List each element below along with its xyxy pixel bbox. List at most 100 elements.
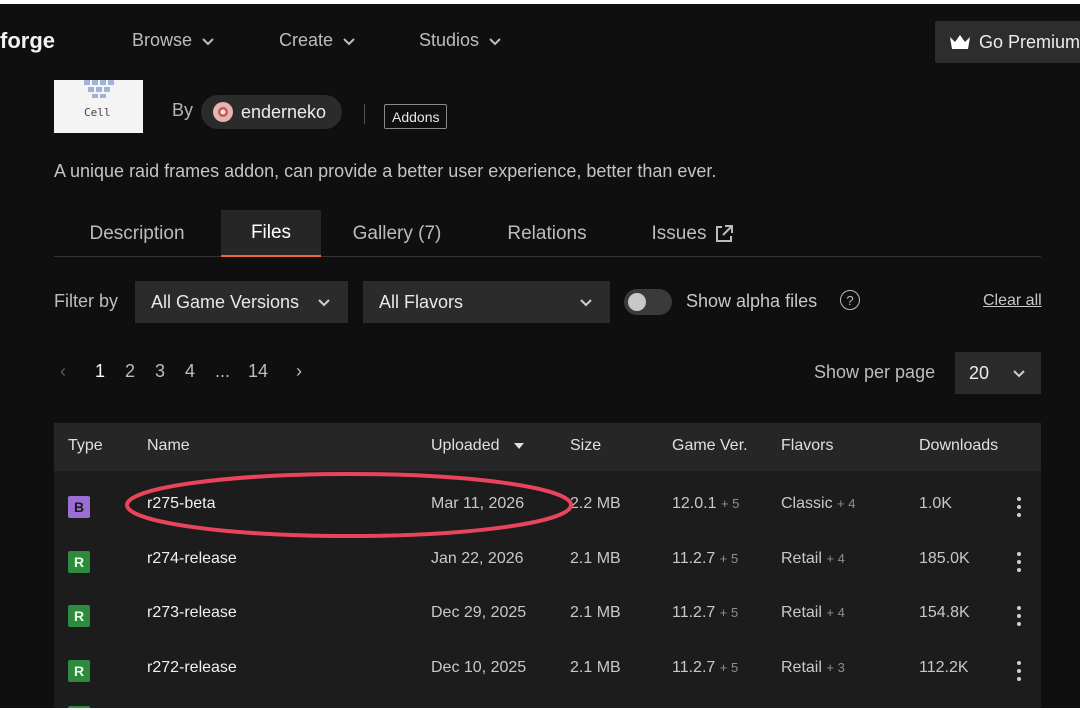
chevron-down-icon (1013, 370, 1025, 378)
nav-studios-label: Studios (419, 30, 480, 50)
beta-badge: B (68, 496, 90, 518)
file-size: 2.1 MB (570, 604, 621, 621)
release-badge: R (68, 660, 90, 682)
tab-description[interactable]: Description (54, 210, 220, 257)
file-downloads: 1.0K (919, 495, 952, 512)
file-uploaded: Mar 11, 2026 (431, 495, 525, 512)
file-game-ver: 12.0.1 + 5 (672, 495, 739, 513)
per-page-label: Show per page (814, 362, 936, 382)
header-name[interactable]: Name (147, 437, 190, 455)
file-flavors: Classic + 4 (781, 495, 855, 513)
header-flavors[interactable]: Flavors (781, 437, 833, 455)
file-flavors: Retail + 4 (781, 604, 845, 622)
file-size: 2.1 MB (570, 550, 621, 567)
file-uploaded: Jan 22, 2026 (431, 550, 524, 567)
release-badge: R (68, 605, 90, 627)
file-name[interactable]: r273-release (147, 604, 237, 622)
nav-browse[interactable]: Browse (132, 30, 216, 51)
file-game-ver: 11.2.7 + 5 (672, 550, 738, 568)
clear-all-link[interactable]: Clear all (983, 292, 1042, 310)
project-thumbnail[interactable]: Cell (54, 80, 143, 133)
game-ver-value: 11.2.7 (672, 550, 716, 567)
flavor-value: All Flavors (379, 291, 464, 312)
file-flavors: Retail + 3 (781, 659, 845, 677)
divider (364, 104, 365, 124)
top-nav: forge Browse Create Studios Go Premium (0, 4, 1080, 80)
tab-files-label: Files (250, 221, 292, 243)
file-flavors: Retail + 4 (781, 550, 845, 568)
file-name[interactable]: r275-beta (147, 495, 216, 513)
tab-gallery-label: Gallery (7) (352, 222, 442, 244)
header-game-ver[interactable]: Game Ver. (672, 437, 748, 455)
game-ver-more: + 5 (719, 605, 739, 620)
header-downloads[interactable]: Downloads (919, 437, 998, 455)
byline-label: By (172, 100, 194, 120)
file-game-ver: 11.2.7 + 5 (672, 659, 738, 677)
flavor-value: Classic (781, 495, 833, 512)
page-3[interactable]: 3 (155, 361, 165, 382)
tab-relations[interactable]: Relations (474, 210, 620, 257)
table-row[interactable]: R r272-release Dec 10, 2025 2.1 MB 11.2.… (54, 642, 1041, 696)
nav-create-label: Create (279, 30, 334, 50)
header-size[interactable]: Size (570, 437, 601, 455)
page-2[interactable]: 2 (125, 361, 135, 382)
more-options-icon[interactable] (1012, 659, 1026, 683)
game-ver-more: + 5 (719, 660, 739, 675)
file-downloads: 154.8K (919, 604, 970, 621)
help-icon[interactable]: ? (840, 290, 860, 310)
external-link-icon (716, 224, 734, 242)
per-page-value: 20 (969, 362, 990, 383)
nav-studios[interactable]: Studios (419, 30, 503, 51)
chevron-down-icon (580, 299, 592, 307)
go-premium-label: Go Premium (979, 31, 1080, 52)
release-badge: R (68, 551, 90, 573)
alpha-files-label: Show alpha files (686, 291, 818, 311)
file-name[interactable]: r274-release (147, 550, 237, 568)
more-options-icon[interactable] (1012, 604, 1026, 628)
project-summary: A unique raid frames addon, can provide … (54, 161, 717, 181)
avatar (213, 102, 233, 122)
per-page-select[interactable]: 20 (955, 352, 1041, 394)
sort-desc-icon (513, 443, 524, 449)
page-1[interactable]: 1 (95, 361, 105, 382)
partial-release-badge (68, 706, 90, 708)
go-premium-button[interactable]: Go Premium (935, 21, 1080, 63)
tab-gallery[interactable]: Gallery (7) (326, 210, 468, 257)
category-tag[interactable]: Addons (384, 104, 448, 129)
tab-issues-label: Issues (651, 222, 707, 244)
table-row[interactable]: R r273-release Dec 29, 2025 2.1 MB 11.2.… (54, 587, 1041, 641)
author-chip[interactable]: enderneko (201, 95, 343, 129)
next-page-button[interactable]: › (296, 361, 302, 382)
prev-page-button[interactable]: ‹ (60, 361, 66, 382)
file-name[interactable]: r272-release (147, 659, 237, 677)
chevron-down-icon (489, 37, 501, 45)
game-version-select[interactable]: All Game Versions (135, 281, 348, 323)
table-row[interactable]: R r274-release Jan 22, 2026 2.1 MB 11.2.… (54, 533, 1041, 587)
flavor-more: + 4 (826, 605, 845, 620)
alpha-files-toggle[interactable] (624, 289, 672, 315)
tab-issues[interactable]: Issues (628, 210, 758, 257)
file-size: 2.1 MB (570, 659, 621, 676)
game-ver-value: 11.2.7 (672, 604, 716, 621)
chevron-down-icon (343, 37, 355, 45)
page-14[interactable]: 14 (248, 361, 268, 382)
game-version-value: All Game Versions (151, 291, 300, 312)
file-game-ver: 11.2.7 + 5 (672, 604, 738, 622)
avatar-icon (218, 107, 228, 117)
page-ellipsis: ... (215, 361, 231, 381)
brand-logo-text[interactable]: forge (0, 28, 55, 54)
more-options-icon[interactable] (1012, 550, 1026, 574)
game-ver-more: + 5 (720, 496, 740, 511)
table-row[interactable]: B r275-beta Mar 11, 2026 2.2 MB 12.0.1 +… (54, 478, 1041, 532)
game-ver-value: 11.2.7 (672, 659, 716, 676)
tab-files[interactable]: Files (221, 210, 321, 257)
game-ver-value: 12.0.1 (672, 495, 717, 512)
flavor-select[interactable]: All Flavors (363, 281, 610, 323)
page-4[interactable]: 4 (185, 361, 195, 382)
game-ver-more: + 5 (719, 551, 739, 566)
more-options-icon[interactable] (1012, 495, 1026, 519)
header-uploaded[interactable]: Uploaded (431, 437, 524, 455)
toggle-knob (628, 293, 646, 311)
project-logo-text: Cell (84, 106, 111, 119)
nav-create[interactable]: Create (279, 30, 357, 51)
